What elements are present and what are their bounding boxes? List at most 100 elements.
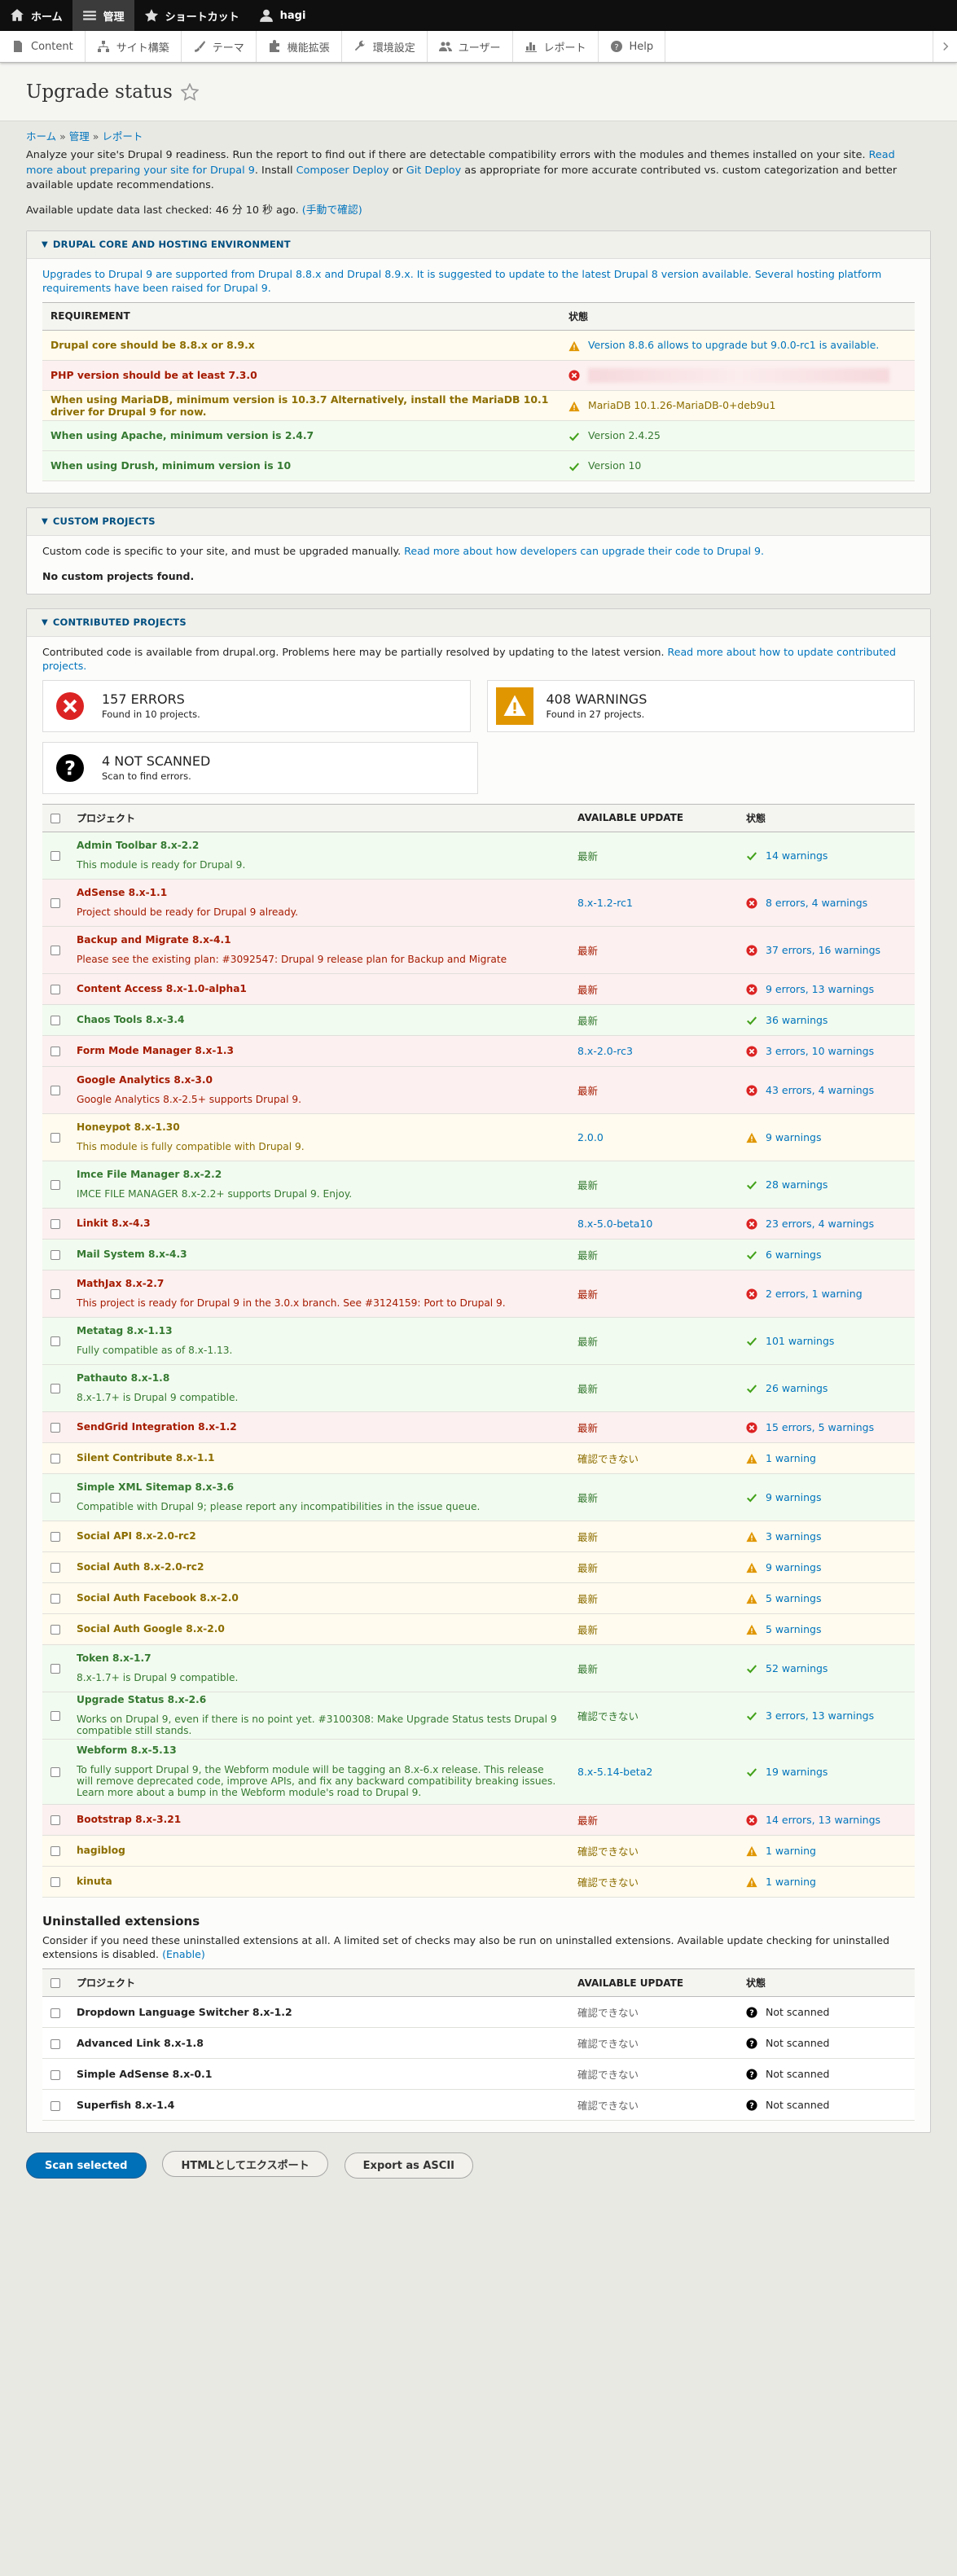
project-status-link[interactable]: 2 errors, 1 warning [766, 1288, 863, 1300]
status-cell[interactable]: 14 errors, 13 warnings [738, 1804, 915, 1836]
project-status-link[interactable]: 3 errors, 13 warnings [766, 1709, 874, 1722]
row-checkbox[interactable] [50, 1493, 60, 1503]
row-checkbox[interactable] [50, 2008, 60, 2018]
environment-desc-link[interactable]: Upgrades to Drupal 9 are supported from … [42, 268, 752, 280]
row-checkbox[interactable] [50, 898, 60, 909]
enable-update-link[interactable]: (Enable) [162, 1948, 205, 1960]
row-checkbox[interactable] [50, 1250, 60, 1261]
project-status-link[interactable]: 1 warning [766, 1845, 816, 1857]
row-checkbox[interactable] [50, 1815, 60, 1826]
toolbar-manage[interactable]: 管理 [72, 0, 134, 31]
status-cell[interactable]: 14 warnings [738, 832, 915, 880]
project-status-link[interactable]: 5 warnings [766, 1592, 822, 1604]
status-cell[interactable]: 9 warnings [738, 1473, 915, 1521]
update-cell[interactable]: 8.x-1.2-rc1 [569, 879, 738, 927]
manual-check-link[interactable]: (手動で確認) [302, 204, 362, 217]
row-checkbox[interactable] [50, 985, 60, 995]
row-checkbox[interactable] [50, 1454, 60, 1464]
available-update[interactable]: 8.x-5.14-beta2 [577, 1766, 652, 1778]
shortcut-star-icon[interactable] [180, 82, 199, 101]
status-cell[interactable]: 1 warning [738, 1442, 915, 1474]
status-cell[interactable]: 1 warning [738, 1835, 915, 1867]
project-status-link[interactable]: 1 warning [766, 1876, 816, 1888]
toolbar-home[interactable]: ホーム [0, 0, 72, 31]
status-cell[interactable]: 6 warnings [738, 1239, 915, 1270]
intro-link-composer-deploy[interactable]: Composer Deploy [296, 165, 389, 177]
project-status-link[interactable]: 9 warnings [766, 1491, 822, 1503]
export-html-button[interactable]: HTMLとしてエクスポート [162, 2151, 328, 2178]
available-update[interactable]: 8.x-2.0-rc3 [577, 1045, 633, 1057]
project-status-link[interactable]: 9 warnings [766, 1561, 822, 1573]
row-checkbox[interactable] [50, 1594, 60, 1604]
row-checkbox[interactable] [50, 1016, 60, 1026]
status-cell[interactable]: 9 errors, 13 warnings [738, 973, 915, 1005]
status-cell[interactable]: 3 errors, 10 warnings [738, 1035, 915, 1067]
update-cell[interactable]: 8.x-5.0-beta10 [569, 1208, 738, 1240]
update-cell[interactable]: 2.0.0 [569, 1113, 738, 1161]
row-checkbox[interactable] [50, 1133, 60, 1143]
contrib-panel-summary[interactable]: ▼ Contributed projects [27, 608, 930, 637]
status-cell[interactable]: 8 errors, 4 warnings [738, 879, 915, 927]
status-cell[interactable]: 3 warnings [738, 1521, 915, 1552]
project-status-link[interactable]: 14 warnings [766, 849, 827, 862]
status-cell[interactable]: 26 warnings [738, 1364, 915, 1412]
row-checkbox[interactable] [50, 1877, 60, 1888]
project-status-link[interactable]: 15 errors, 5 warnings [766, 1421, 874, 1433]
project-status-link[interactable]: 1 warning [766, 1452, 816, 1464]
tray-content[interactable]: Content [0, 31, 86, 62]
row-checkbox[interactable] [50, 1180, 60, 1191]
status-cell[interactable]: 52 warnings [738, 1644, 915, 1692]
row-checkbox[interactable] [50, 1532, 60, 1543]
breadcrumb-manage[interactable]: 管理 [69, 130, 90, 143]
status-cell[interactable]: 28 warnings [738, 1161, 915, 1209]
status-cell[interactable]: 36 warnings [738, 1004, 915, 1036]
project-status-link[interactable]: 28 warnings [766, 1178, 827, 1191]
custom-panel-summary[interactable]: ▼ Custom projects [27, 507, 930, 536]
tray-help[interactable]: ? Help [599, 31, 666, 62]
row-checkbox[interactable] [50, 1711, 60, 1722]
row-checkbox[interactable] [50, 1423, 60, 1433]
status-cell[interactable]: 37 errors, 16 warnings [738, 926, 915, 974]
update-cell[interactable]: 8.x-2.0-rc3 [569, 1035, 738, 1067]
row-checkbox[interactable] [50, 1664, 60, 1674]
row-checkbox[interactable] [50, 2038, 60, 2049]
toolbar-user[interactable]: hagi [249, 0, 316, 31]
project-status-link[interactable]: 26 warnings [766, 1382, 827, 1394]
status-cell[interactable]: 1 warning [738, 1866, 915, 1898]
project-status-link[interactable]: 6 warnings [766, 1249, 822, 1261]
row-checkbox[interactable] [50, 2100, 60, 2111]
status-cell[interactable]: 19 warnings [738, 1739, 915, 1805]
available-update[interactable]: 2.0.0 [577, 1131, 604, 1143]
tray-appearance[interactable]: テーマ [182, 31, 257, 62]
project-status-link[interactable]: 3 errors, 10 warnings [766, 1045, 874, 1057]
project-status-link[interactable]: 9 errors, 13 warnings [766, 983, 874, 995]
update-cell[interactable]: 8.x-5.14-beta2 [569, 1739, 738, 1805]
project-status-link[interactable]: 52 warnings [766, 1662, 827, 1674]
project-status-link[interactable]: 5 warnings [766, 1623, 822, 1635]
status-cell[interactable]: 101 warnings [738, 1317, 915, 1365]
row-checkbox[interactable] [50, 851, 60, 862]
row-checkbox[interactable] [50, 1563, 60, 1573]
status-cell[interactable]: 9 warnings [738, 1113, 915, 1161]
available-update[interactable]: 8.x-1.2-rc1 [577, 897, 633, 909]
row-checkbox[interactable] [50, 1384, 60, 1394]
row-checkbox[interactable] [50, 1846, 60, 1857]
project-status-link[interactable]: 43 errors, 4 warnings [766, 1084, 874, 1096]
available-update[interactable]: 8.x-5.0-beta10 [577, 1218, 652, 1230]
row-checkbox[interactable] [50, 1289, 60, 1300]
project-status-link[interactable]: 37 errors, 16 warnings [766, 944, 880, 956]
environment-panel-summary[interactable]: ▼ Drupal core and hosting environment [27, 230, 930, 259]
project-status-link[interactable]: 9 warnings [766, 1131, 822, 1143]
tray-people[interactable]: ユーザー [428, 31, 513, 62]
project-status-link[interactable]: 23 errors, 4 warnings [766, 1218, 874, 1230]
breadcrumb-home[interactable]: ホーム [26, 130, 56, 143]
select-all-checkbox[interactable] [50, 1978, 60, 1989]
status-cell[interactable]: 15 errors, 5 warnings [738, 1411, 915, 1443]
status-cell[interactable]: 2 errors, 1 warning [738, 1270, 915, 1318]
breadcrumb-reports[interactable]: レポート [102, 130, 143, 143]
custom-desc-link[interactable]: Read more about how developers can upgra… [404, 545, 764, 557]
project-status-link[interactable]: 14 errors, 13 warnings [766, 1814, 880, 1826]
select-all-checkbox[interactable] [50, 813, 60, 823]
export-ascii-button[interactable]: Export as ASCII [344, 2153, 473, 2179]
tray-structure[interactable]: サイト構築 [86, 31, 182, 62]
